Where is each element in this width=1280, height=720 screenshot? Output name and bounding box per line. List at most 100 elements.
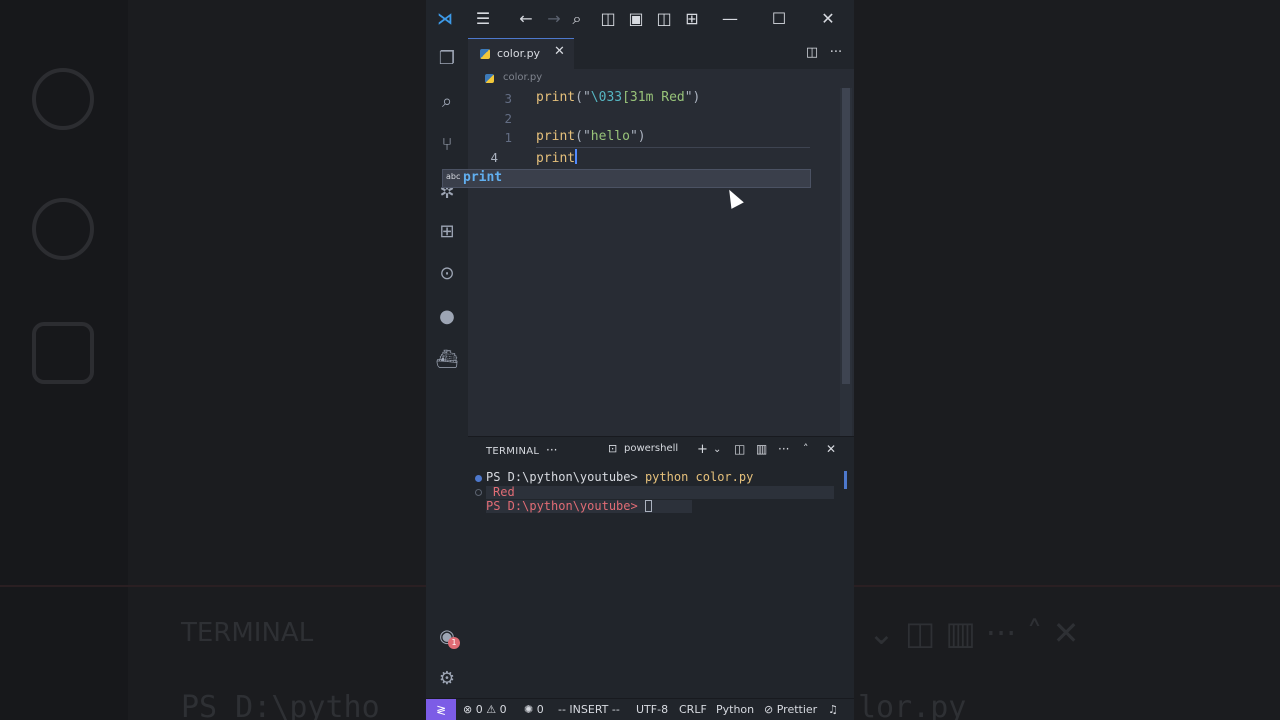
breadcrumb-file[interactable]: color.py — [503, 72, 542, 83]
source-control-icon[interactable]: ⑂ — [434, 132, 460, 158]
ports-status[interactable]: ✺ 0 — [524, 703, 544, 716]
toggle-sidebar-icon[interactable]: ◫ — [598, 9, 618, 29]
tab-color-py[interactable]: color.py ✕ — [468, 38, 574, 69]
search-icon[interactable]: ⌕ — [434, 89, 460, 115]
forward-arrow-icon[interactable]: → — [544, 9, 564, 29]
prettier-status[interactable]: ⊘ Prettier — [764, 703, 817, 716]
terminal-prompt: PS D:\python\youtube> — [486, 470, 645, 484]
code-line-current[interactable]: print — [536, 149, 577, 166]
code-token: \033 — [590, 90, 623, 105]
terminal-line[interactable]: PS D:\python\youtube> python color.py — [486, 470, 753, 484]
maximize-panel-icon[interactable]: ˄ — [803, 442, 809, 455]
terminal-scrollbar[interactable] — [844, 471, 847, 489]
git-graph-icon[interactable]: ⊙ — [434, 261, 460, 287]
output-highlight — [486, 486, 834, 499]
terminal-output[interactable]: Red — [493, 485, 515, 499]
code-token: print — [536, 151, 576, 166]
error-icon: ⊗ — [463, 703, 473, 716]
bg-command-fragment: lor.py — [858, 690, 967, 720]
docker-icon[interactable]: ⛴ — [434, 347, 460, 373]
toggle-secondary-sidebar-icon[interactable]: ◫ — [654, 9, 674, 29]
output-dot — [475, 489, 482, 496]
code-token: (" — [575, 90, 591, 105]
terminal-prompt: PS D:\python\youtube> — [486, 499, 645, 513]
suggestion-item[interactable]: print — [463, 170, 502, 185]
terminal-shell-icon: ⊡ — [608, 442, 618, 455]
vim-mode: -- INSERT -- — [558, 703, 620, 716]
panel-more-icon[interactable]: ··· — [546, 443, 557, 457]
terminal-more-icon[interactable]: ··· — [778, 442, 789, 456]
new-terminal-icon[interactable]: + — [697, 442, 708, 457]
bg-prompt-fragment: PS D:\pytho — [181, 690, 380, 720]
split-terminal-icon[interactable]: ◫ — [734, 442, 745, 456]
problems-status[interactable]: ⊗ 0 ⚠ 0 — [463, 703, 507, 716]
terminal-cursor — [644, 500, 652, 512]
maximize-icon[interactable]: ☐ — [769, 9, 789, 29]
tab-label: color.py — [497, 47, 541, 60]
terminal-command: python color.py — [644, 470, 754, 484]
ports-count: 0 — [536, 703, 544, 716]
close-panel-icon[interactable]: ✕ — [826, 442, 836, 456]
code-token: print — [536, 129, 576, 144]
terminal-shell-name[interactable]: powershell — [624, 443, 678, 454]
title-bar: ⋊ ☰ ← → ⌕ ◫ ▣ ◫ ⊞ — ☐ ✕ — [426, 0, 854, 38]
eol-status[interactable]: CRLF — [679, 703, 707, 716]
code-line-1[interactable]: print("hello") — [536, 129, 646, 144]
suggestion-kind-icon: abc — [446, 172, 461, 181]
code-token: [31m Red — [622, 90, 685, 105]
line-number: 1 — [504, 130, 512, 145]
editor-tabs: color.py ✕ ◫ ··· — [468, 38, 854, 69]
menu-icon[interactable]: ☰ — [473, 9, 493, 29]
toggle-panel-icon[interactable]: ▣ — [626, 9, 646, 29]
terminal-prompt-line[interactable]: PS D:\python\youtube> — [486, 499, 652, 513]
warning-icon: ⚠ — [486, 703, 497, 716]
encoding-status[interactable]: UTF-8 — [636, 703, 668, 716]
text-cursor — [575, 149, 577, 164]
python-file-icon — [480, 49, 490, 59]
kill-terminal-icon[interactable]: ▥ — [756, 442, 767, 456]
panel-title[interactable]: TERMINAL — [486, 446, 539, 457]
editor-more-icon[interactable]: ··· — [826, 43, 846, 63]
code-token: ") — [629, 129, 646, 144]
close-icon[interactable]: ✕ — [818, 9, 838, 29]
bg-panel-controls: ⌄ ◫ ▥ ··· ˄ ✕ — [868, 614, 1080, 652]
split-editor-icon[interactable]: ◫ — [802, 43, 822, 63]
back-arrow-icon[interactable]: ← — [516, 9, 536, 29]
activity-bar: ❐ ⌕ ⑂ ✲ ⊞ ⊙ ● ⛴ ◉ ⚙ — [426, 38, 468, 698]
notifications-bell-icon[interactable]: ♫ — [828, 703, 838, 716]
settings-gear-icon[interactable]: ⚙ — [434, 666, 460, 692]
vscode-window: ⋊ ☰ ← → ⌕ ◫ ▣ ◫ ⊞ — ☐ ✕ ❐ ⌕ ⑂ ✲ ⊞ ⊙ ● ⛴ … — [426, 0, 854, 720]
code-token: print — [536, 90, 576, 105]
prettier-check-icon: ⊘ — [764, 703, 774, 716]
github-icon[interactable]: ● — [434, 304, 460, 330]
bg-terminal-label: TERMINAL — [181, 618, 314, 648]
command-success-dot — [475, 475, 482, 482]
explorer-icon[interactable]: ❐ — [434, 46, 460, 72]
status-bar: ≷ ⊗ 0 ⚠ 0 ✺ 0 -- INSERT -- UTF-8 CRLF Py… — [426, 698, 854, 720]
code-editor[interactable]: 3 print("\033[31m Red") 2 1 print("hello… — [442, 88, 854, 524]
suggestion-widget[interactable]: abc print — [442, 169, 811, 188]
code-line-3[interactable]: print("\033[31m Red") — [536, 90, 700, 105]
minimize-icon[interactable]: — — [720, 9, 740, 29]
code-token: (" — [575, 129, 591, 144]
accounts-badge: 1 — [448, 637, 460, 649]
remote-icon[interactable]: ≷ — [426, 699, 456, 720]
tab-close-icon[interactable]: ✕ — [554, 44, 565, 59]
extensions-icon[interactable]: ⊞ — [434, 219, 460, 245]
terminal-panel: TERMINAL ··· ⊡ powershell + ⌄ ◫ ▥ ··· ˄ … — [468, 436, 854, 698]
bg-source-control-icon — [32, 68, 94, 130]
search-icon[interactable]: ⌕ — [572, 9, 582, 29]
code-token: hello — [590, 129, 630, 144]
language-status[interactable]: Python — [716, 703, 754, 716]
current-line-number: 4 — [490, 150, 498, 165]
customize-layout-icon[interactable]: ⊞ — [682, 9, 702, 29]
warning-count: 0 — [499, 703, 507, 716]
breadcrumb[interactable]: color.py — [503, 72, 542, 83]
broadcast-icon: ✺ — [524, 703, 534, 716]
bg-docker-icon — [32, 322, 94, 384]
line-number: 3 — [504, 91, 512, 106]
code-token: ") — [684, 90, 701, 105]
terminal-dropdown-icon[interactable]: ⌄ — [713, 444, 721, 455]
vscode-logo-icon: ⋊ — [437, 9, 453, 28]
scrollbar-thumb[interactable] — [842, 88, 850, 384]
